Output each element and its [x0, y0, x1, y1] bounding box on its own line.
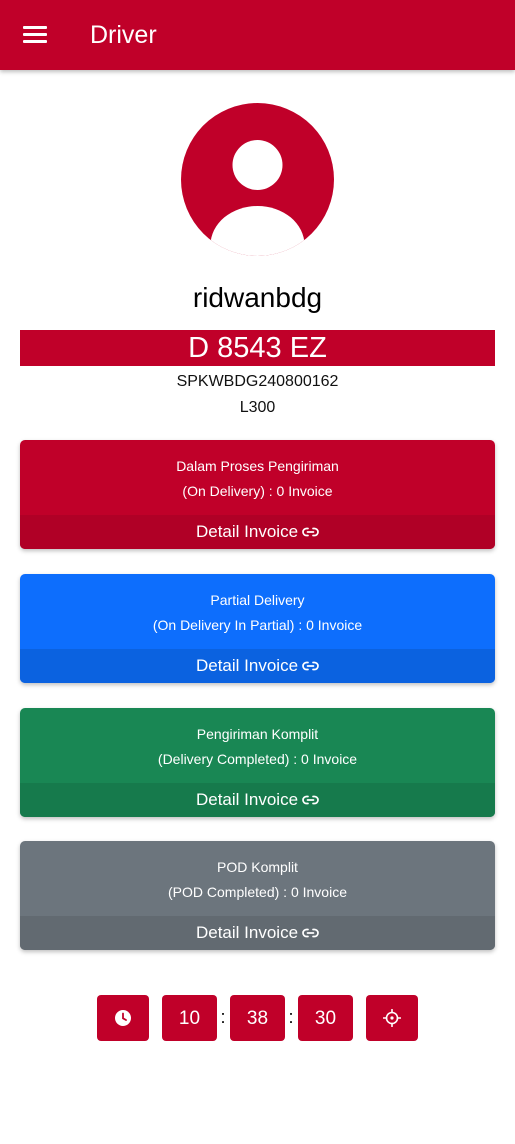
card-subtitle: (On Delivery In Partial) : 0 Invoice	[152, 617, 363, 633]
clock-icon	[115, 1010, 131, 1026]
link-icon	[302, 527, 319, 536]
link-icon	[302, 661, 319, 670]
clock-separator: :	[288, 1007, 294, 1027]
on-delivery-card: Dalam Proses Pengiriman (On Delivery) : …	[20, 440, 495, 549]
detail-invoice-link[interactable]: Detail Invoice	[20, 783, 495, 817]
card-title: Pengiriman Komplit	[196, 726, 319, 742]
plate-number-badge: D 8543 EZ	[20, 330, 495, 366]
card-body: Partial Delivery (On Delivery In Partial…	[20, 574, 495, 649]
partial-delivery-card: Partial Delivery (On Delivery In Partial…	[20, 574, 495, 683]
hamburger-menu-icon[interactable]	[23, 26, 47, 44]
clock-button[interactable]	[97, 995, 149, 1041]
card-subtitle: (On Delivery) : 0 Invoice	[182, 483, 333, 499]
detail-invoice-label: Detail Invoice	[195, 923, 299, 942]
detail-invoice-label: Detail Invoice	[195, 790, 299, 809]
locate-button[interactable]	[366, 995, 418, 1041]
vehicle-type: L300	[239, 399, 276, 416]
pod-completed-card: POD Komplit (POD Completed) : 0 Invoice …	[20, 841, 495, 950]
card-body: Pengiriman Komplit (Delivery Completed) …	[20, 708, 495, 783]
card-title: POD Komplit	[217, 859, 298, 875]
card-body: Dalam Proses Pengiriman (On Delivery) : …	[20, 440, 495, 515]
card-body: POD Komplit (POD Completed) : 0 Invoice	[20, 841, 495, 916]
spk-code: SPKWBDG240800162	[176, 373, 339, 390]
detail-invoice-label: Detail Invoice	[195, 522, 299, 541]
detail-invoice-link[interactable]: Detail Invoice	[20, 649, 495, 683]
page-title: Driver	[90, 21, 157, 49]
crosshair-location-icon	[383, 1009, 401, 1027]
card-title: Partial Delivery	[210, 592, 305, 608]
detail-invoice-link[interactable]: Detail Invoice	[20, 515, 495, 549]
clock-hours: 10	[162, 995, 217, 1041]
card-title: Dalam Proses Pengiriman	[176, 458, 339, 474]
app-bar: Driver	[0, 0, 515, 70]
clock-seconds: 30	[298, 995, 353, 1041]
user-avatar-icon	[181, 103, 334, 256]
detail-invoice-label: Detail Invoice	[195, 656, 299, 675]
link-icon	[302, 795, 319, 804]
link-icon	[302, 928, 319, 937]
clock-separator: :	[220, 1007, 226, 1027]
clock-minutes: 38	[230, 995, 285, 1041]
card-subtitle: (POD Completed) : 0 Invoice	[168, 884, 347, 900]
card-subtitle: (Delivery Completed) : 0 Invoice	[157, 751, 358, 767]
delivery-completed-card: Pengiriman Komplit (Delivery Completed) …	[20, 708, 495, 817]
username: ridwanbdg	[192, 282, 323, 313]
detail-invoice-link[interactable]: Detail Invoice	[20, 916, 495, 950]
